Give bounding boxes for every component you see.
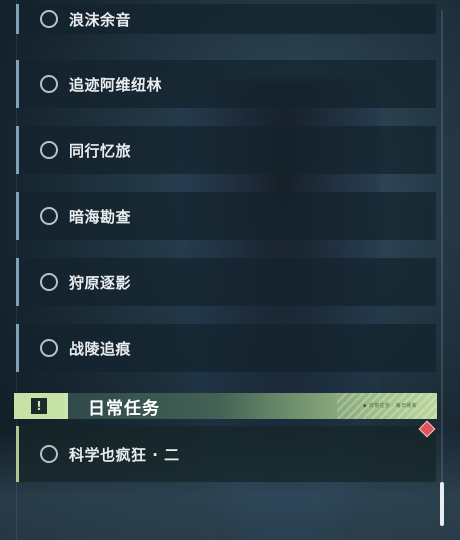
quest-item-2[interactable]: 追迹阿维纽林 — [16, 60, 436, 108]
daily-title-bar: 日常任务 ◆ 日常任务 · 每日刷新 — [68, 393, 437, 419]
scrollbar-thumb[interactable] — [440, 482, 444, 526]
radio-icon — [40, 141, 58, 159]
header-fine-text: ◆ 日常任务 · 每日刷新 — [362, 403, 417, 409]
exclamation-icon: ! — [31, 398, 47, 414]
quest-label: 战陵追痕 — [69, 339, 132, 358]
daily-badge: ! — [14, 393, 64, 419]
radio-icon — [40, 445, 58, 463]
scrollbar-track[interactable] — [441, 10, 443, 526]
quest-label: 追迹阿维纽林 — [69, 75, 163, 94]
quest-item-6[interactable]: 战陵追痕 — [16, 324, 436, 372]
radio-icon — [40, 10, 58, 28]
radio-icon — [40, 207, 58, 225]
quest-label: 狩原逐影 — [69, 273, 132, 292]
quest-item-1[interactable]: 浪沫余音 — [16, 4, 436, 34]
quest-item-5[interactable]: 狩原逐影 — [16, 258, 436, 306]
quest-label: 科学也疯狂 · 二 — [69, 445, 180, 464]
daily-tasks-title: 日常任务 — [88, 398, 160, 419]
radio-icon — [40, 273, 58, 291]
daily-tasks-header[interactable]: ! 日常任务 ◆ 日常任务 · 每日刷新 — [14, 393, 437, 419]
quest-label: 同行忆旅 — [69, 141, 132, 160]
quest-label: 暗海勘查 — [69, 207, 132, 226]
quest-item-3[interactable]: 同行忆旅 — [16, 126, 436, 174]
radio-icon — [40, 75, 58, 93]
quest-label: 浪沫余音 — [69, 10, 132, 29]
quest-item-4[interactable]: 暗海勘查 — [16, 192, 436, 240]
radio-icon — [40, 339, 58, 357]
daily-quest-item-1[interactable]: 科学也疯狂 · 二 — [16, 426, 436, 482]
